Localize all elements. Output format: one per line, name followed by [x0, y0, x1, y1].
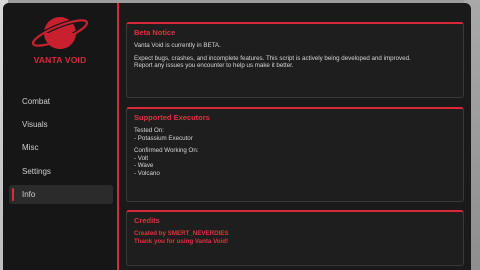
beta-report-text: Report any issues you encounter to help … [134, 62, 294, 70]
list-item: - Volt [134, 154, 149, 162]
active-indicator [12, 188, 14, 201]
script-window: VANTA VOID Combat Visuals Misc Settings … [3, 3, 471, 270]
credits-card: Credits Created by SMERT_NEVERDIES Thank… [126, 210, 464, 266]
sidebar-item-label: Misc [22, 143, 39, 152]
confirmed-heading: Confirmed Working On: [134, 147, 199, 155]
card-title: Beta Notice [134, 28, 176, 37]
sidebar-item-label: Settings [22, 167, 51, 176]
tested-heading: Tested On: [134, 127, 164, 134]
card-title: Credits [134, 216, 160, 225]
sidebar-item-combat[interactable]: Combat [9, 92, 113, 111]
brand-name: VANTA VOID [33, 55, 87, 65]
list-item: - Volcano [134, 169, 160, 177]
supported-executors-card: Supported Executors Tested On: - Potassi… [126, 107, 464, 202]
beta-warning-text: Expect bugs, crashes, and incomplete fea… [134, 54, 411, 62]
sidebar: VANTA VOID Combat Visuals Misc Settings … [3, 3, 117, 270]
credits-thanks: Thank you for using Vanta Void! [134, 237, 229, 245]
sidebar-item-label: Visuals [22, 120, 48, 129]
sidebar-item-misc[interactable]: Misc [9, 138, 113, 157]
beta-notice-card: Beta Notice Vanta Void is currently in B… [126, 22, 464, 98]
card-title: Supported Executors [134, 113, 210, 122]
beta-status-text: Vanta Void is currently in BETA. [134, 42, 221, 49]
sidebar-divider [117, 3, 119, 270]
sidebar-item-label: Info [22, 190, 36, 199]
sidebar-item-label: Combat [22, 97, 51, 106]
sidebar-item-visuals[interactable]: Visuals [9, 115, 113, 134]
info-panel: Beta Notice Vanta Void is currently in B… [121, 3, 471, 270]
list-item: - Wave [134, 162, 154, 170]
planet-ring-icon [30, 17, 90, 49]
list-item: - Potassium Executor [134, 134, 193, 142]
sidebar-item-info[interactable]: Info [9, 185, 113, 204]
credits-author: Created by SMERT_NEVERDIES [134, 230, 229, 237]
sidebar-item-settings[interactable]: Settings [9, 162, 113, 181]
